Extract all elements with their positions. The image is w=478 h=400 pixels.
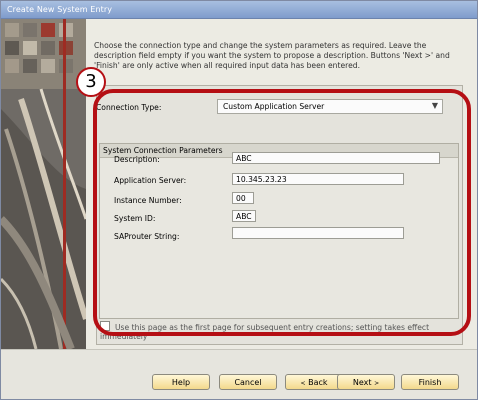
connection-type-dropdown[interactable]: Custom Application Server ▼ (217, 99, 443, 114)
saprouter-string-field[interactable] (232, 227, 404, 239)
system-id-field[interactable]: ABC (232, 210, 256, 222)
back-button-label: Back (308, 378, 328, 387)
help-button[interactable]: Help (152, 374, 210, 390)
chevron-right-icon: > (374, 380, 380, 387)
instance-number-label: Instance Number: (114, 196, 182, 205)
connection-type-label: Connection Type: (96, 103, 162, 112)
application-server-field[interactable]: 10.345.23.23 (232, 173, 404, 185)
system-id-label: System ID: (114, 214, 156, 223)
wizard-footer: Help Cancel < Back Next > Finish (1, 349, 477, 399)
cancel-button[interactable]: Cancel (219, 374, 277, 390)
saprouter-string-label: SAProuter String: (114, 232, 180, 241)
back-button[interactable]: < Back (285, 374, 343, 390)
next-button[interactable]: Next > (337, 374, 395, 390)
step-number-badge: 3 (76, 67, 106, 97)
title-bar: Create New System Entry (1, 1, 477, 19)
first-page-checkbox-label: Use this page as the first page for subs… (100, 323, 430, 341)
description-field[interactable]: ABC (232, 152, 440, 164)
help-button-label: Help (171, 378, 191, 387)
params-title: System Connection Parameters (103, 146, 223, 155)
application-server-label: Application Server: (114, 176, 187, 185)
first-page-checkbox-row[interactable]: Use this page as the first page for subs… (100, 321, 477, 341)
finish-button[interactable]: Finish (401, 374, 459, 390)
connection-type-value: Custom Application Server (223, 102, 325, 111)
description-label: Description: (114, 155, 160, 164)
chevron-left-icon: < (300, 380, 306, 387)
cancel-button-label: Cancel (234, 378, 262, 387)
side-banner-image (1, 19, 86, 349)
finish-button-label: Finish (418, 378, 442, 387)
intro-text: Choose the connection type and change th… (94, 41, 450, 70)
window-title: Create New System Entry (7, 5, 113, 14)
next-button-label: Next (352, 378, 372, 387)
first-page-checkbox[interactable] (100, 321, 110, 331)
create-system-entry-window: Create New System Entry Choose the conne… (0, 0, 478, 400)
instance-number-field[interactable]: 00 (232, 192, 254, 204)
chevron-down-icon[interactable]: ▼ (432, 101, 438, 110)
